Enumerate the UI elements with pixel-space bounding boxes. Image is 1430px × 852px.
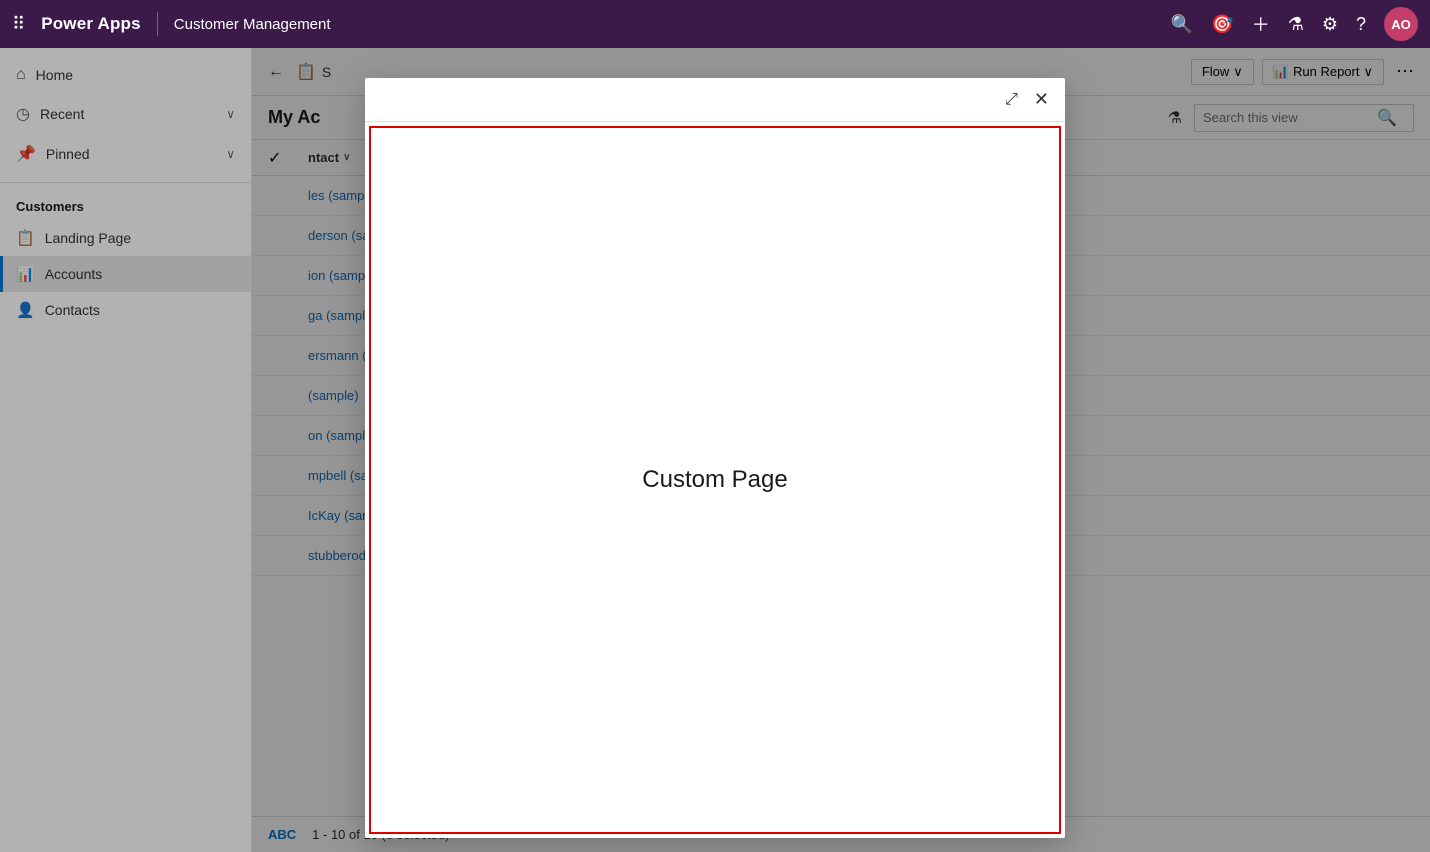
- top-bar-icons: 🔍 🎯 ＋ ⚗ ⚙ ? AO: [1171, 7, 1418, 41]
- expand-icon: ⤢: [1005, 91, 1018, 109]
- main-layout: ⌂ Home ◷ Recent ∨ 📌 Pinned ∨ Customers 📋…: [0, 48, 1430, 852]
- modal-dialog: ⤢ ✕ Custom Page: [365, 78, 1065, 838]
- modal-expand-button[interactable]: ⤢: [1001, 87, 1022, 113]
- filter-icon[interactable]: ⚗: [1288, 14, 1304, 35]
- top-bar: ⠿ Power Apps Customer Management 🔍 🎯 ＋ ⚗…: [0, 0, 1430, 48]
- grid-icon[interactable]: ⠿: [12, 14, 25, 35]
- add-icon[interactable]: ＋: [1252, 11, 1270, 37]
- divider: [157, 12, 158, 36]
- app-name: Customer Management: [174, 16, 331, 33]
- avatar[interactable]: AO: [1384, 7, 1418, 41]
- close-icon: ✕: [1034, 89, 1049, 110]
- modal-overlay[interactable]: ⤢ ✕ Custom Page: [0, 48, 1430, 852]
- target-icon[interactable]: 🎯: [1211, 14, 1233, 35]
- search-icon[interactable]: 🔍: [1171, 14, 1193, 35]
- help-icon[interactable]: ?: [1356, 14, 1366, 35]
- settings-icon[interactable]: ⚙: [1322, 14, 1338, 35]
- modal-titlebar: ⤢ ✕: [365, 78, 1065, 122]
- brand-name: Power Apps: [41, 14, 141, 34]
- modal-close-button[interactable]: ✕: [1030, 85, 1053, 114]
- modal-body: Custom Page: [369, 126, 1061, 834]
- custom-page-text: Custom Page: [642, 466, 787, 494]
